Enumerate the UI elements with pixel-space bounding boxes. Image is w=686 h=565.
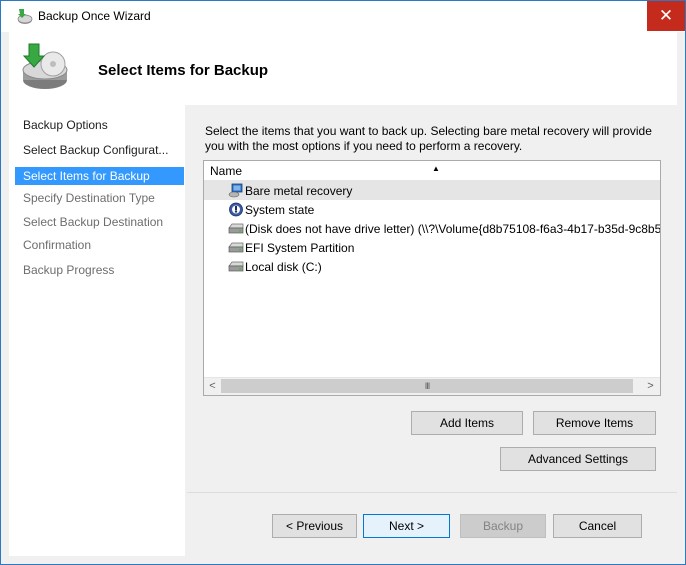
list-item-efi-system-partition[interactable]: EFI System Partition bbox=[204, 238, 660, 257]
close-button[interactable]: ✕ bbox=[647, 1, 685, 31]
backup-disk-icon bbox=[22, 43, 68, 89]
drive-icon bbox=[228, 261, 244, 272]
sidebar-item-specify-destination-type: Specify Destination Type bbox=[23, 191, 155, 205]
system-state-icon bbox=[229, 202, 243, 217]
remove-items-button[interactable]: Remove Items bbox=[533, 411, 656, 435]
advanced-settings-button[interactable]: Advanced Settings bbox=[500, 447, 656, 471]
name-column-label: Name bbox=[210, 164, 243, 178]
cancel-button[interactable]: Cancel bbox=[553, 514, 642, 538]
sidebar-item-select-backup-destination: Select Backup Destination bbox=[23, 215, 164, 229]
list-item-system-state[interactable]: System state bbox=[204, 200, 660, 219]
title-bar[interactable]: Backup Once Wizard ✕ bbox=[1, 1, 685, 32]
sidebar-item-backup-options[interactable]: Backup Options bbox=[15, 116, 177, 134]
previous-button[interactable]: < Previous bbox=[272, 514, 357, 538]
list-item-label: EFI System Partition bbox=[245, 241, 355, 255]
horizontal-scrollbar[interactable]: < III > bbox=[204, 377, 660, 395]
list-item-label: Local disk (C:) bbox=[245, 260, 322, 274]
sidebar-item-backup-progress: Backup Progress bbox=[23, 263, 115, 277]
list-item-volume-no-drive-letter[interactable]: (Disk does not have drive letter) (\\?\V… bbox=[204, 219, 660, 238]
scroll-thumb[interactable]: III bbox=[221, 379, 633, 393]
bare-metal-icon bbox=[228, 183, 243, 198]
footer-divider bbox=[187, 492, 677, 493]
list-item-bare-metal-recovery[interactable]: Bare metal recovery bbox=[204, 181, 660, 200]
drive-icon bbox=[228, 223, 244, 234]
backup-items-list[interactable]: Name ▲ Bare metal recovery System state bbox=[203, 160, 661, 396]
list-item-label: Bare metal recovery bbox=[245, 184, 353, 198]
sort-ascending-icon: ▲ bbox=[432, 164, 440, 173]
list-item-label: System state bbox=[245, 203, 315, 217]
backup-app-icon bbox=[17, 9, 33, 24]
list-item-local-disk-c[interactable]: Local disk (C:) bbox=[204, 257, 660, 276]
add-items-button[interactable]: Add Items bbox=[411, 411, 523, 435]
scroll-left-button[interactable]: < bbox=[204, 378, 221, 395]
list-item-label: (Disk does not have drive letter) (\\?\V… bbox=[245, 222, 661, 236]
sidebar-item-select-backup-configuration[interactable]: Select Backup Configurat... bbox=[15, 141, 177, 159]
backup-button: Backup bbox=[460, 514, 546, 538]
page-title: Select Items for Backup bbox=[98, 62, 269, 79]
next-button[interactable]: Next > bbox=[363, 514, 450, 538]
scroll-right-button[interactable]: > bbox=[642, 378, 659, 395]
wizard-window: Backup Once Wizard ✕ Select Items for Ba… bbox=[0, 0, 686, 565]
list-column-header[interactable]: Name ▲ bbox=[204, 161, 660, 181]
window-title: Backup Once Wizard bbox=[38, 9, 151, 23]
instruction-text: Select the items that you want to back u… bbox=[205, 124, 652, 153]
wizard-header: Select Items for Backup bbox=[9, 32, 677, 105]
sidebar-item-select-items[interactable]: Select Items for Backup bbox=[15, 167, 184, 185]
wizard-steps-sidebar: Backup Options Select Backup Configurat.… bbox=[9, 105, 185, 556]
sidebar-item-confirmation: Confirmation bbox=[23, 238, 92, 252]
drive-icon bbox=[228, 242, 244, 253]
